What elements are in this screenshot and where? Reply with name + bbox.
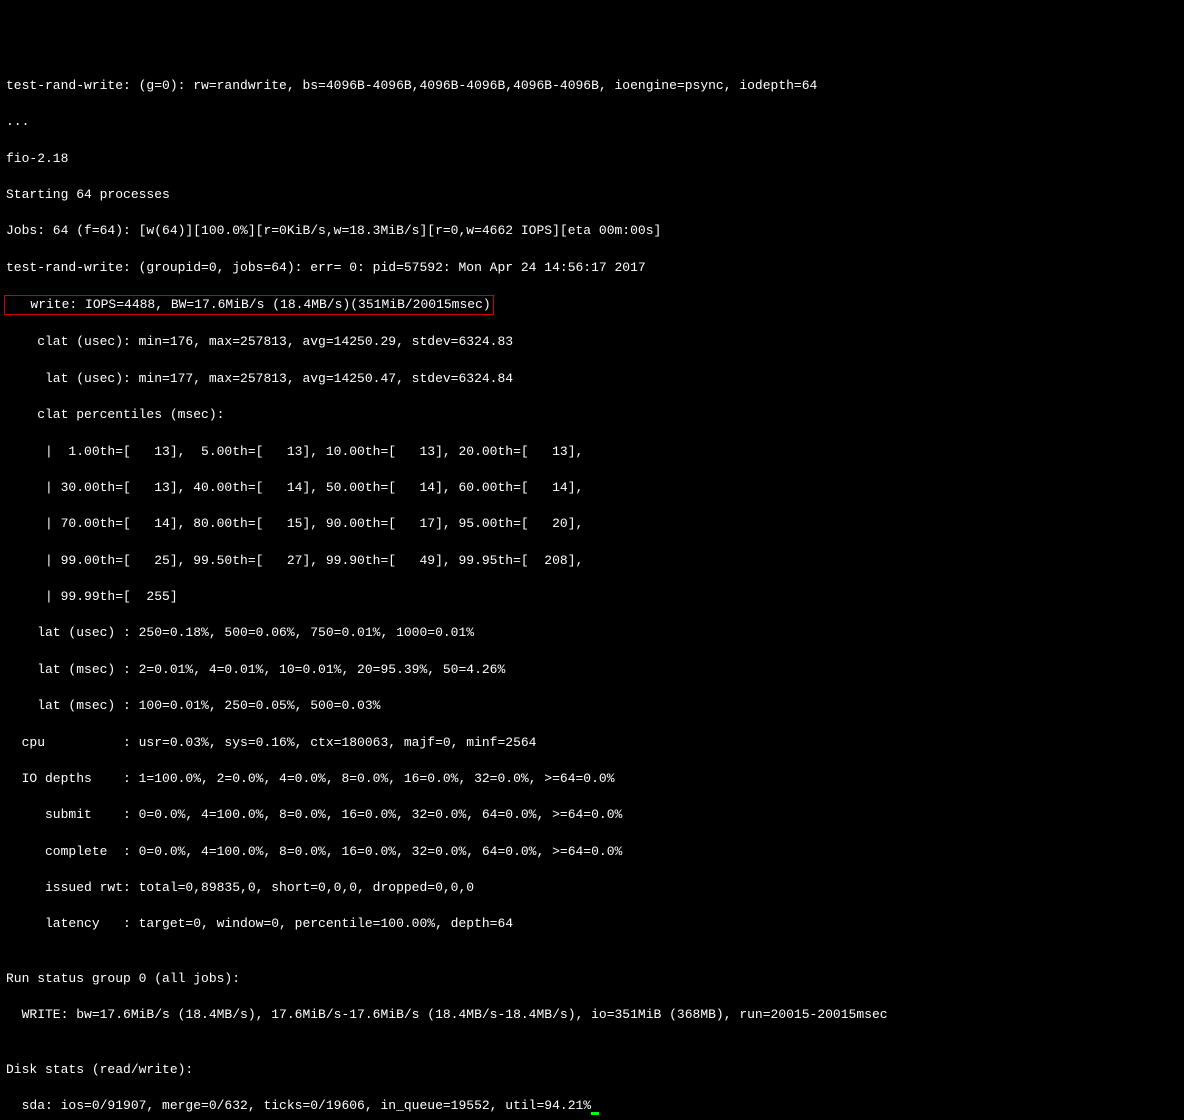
- terminal-line: fio-2.18: [6, 150, 1178, 168]
- terminal-line: Starting 64 processes: [6, 186, 1178, 204]
- terminal-line: | 99.00th=[ 25], 99.50th=[ 27], 99.90th=…: [6, 552, 1178, 570]
- terminal-line: | 1.00th=[ 13], 5.00th=[ 13], 10.00th=[ …: [6, 443, 1178, 461]
- highlighted-write-line: write: IOPS=4488, BW=17.6MiB/s (18.4MB/s…: [4, 295, 494, 315]
- terminal-line: WRITE: bw=17.6MiB/s (18.4MB/s), 17.6MiB/…: [6, 1006, 1178, 1024]
- terminal-line: ...: [6, 113, 1178, 131]
- terminal-line: sda: ios=0/91907, merge=0/632, ticks=0/1…: [6, 1097, 1178, 1115]
- terminal-line: | 70.00th=[ 14], 80.00th=[ 15], 90.00th=…: [6, 515, 1178, 533]
- terminal-line: Jobs: 64 (f=64): [w(64)][100.0%][r=0KiB/…: [6, 222, 1178, 240]
- terminal-line: clat (usec): min=176, max=257813, avg=14…: [6, 333, 1178, 351]
- terminal-line: cpu : usr=0.03%, sys=0.16%, ctx=180063, …: [6, 734, 1178, 752]
- terminal-line: Run status group 0 (all jobs):: [6, 970, 1178, 988]
- terminal-line: | 30.00th=[ 13], 40.00th=[ 14], 50.00th=…: [6, 479, 1178, 497]
- terminal-line: IO depths : 1=100.0%, 2=0.0%, 4=0.0%, 8=…: [6, 770, 1178, 788]
- terminal-cursor: [591, 1112, 599, 1115]
- terminal-line: test-rand-write: (g=0): rw=randwrite, bs…: [6, 77, 1178, 95]
- highlighted-write-line-container: write: IOPS=4488, BW=17.6MiB/s (18.4MB/s…: [6, 295, 1178, 315]
- terminal-text: sda: ios=0/91907, merge=0/632, ticks=0/1…: [6, 1098, 591, 1113]
- terminal-line: lat (msec) : 100=0.01%, 250=0.05%, 500=0…: [6, 697, 1178, 715]
- terminal-line: | 99.99th=[ 255]: [6, 588, 1178, 606]
- terminal-line: lat (msec) : 2=0.01%, 4=0.01%, 10=0.01%,…: [6, 661, 1178, 679]
- terminal-line: Disk stats (read/write):: [6, 1061, 1178, 1079]
- terminal-line: complete : 0=0.0%, 4=100.0%, 8=0.0%, 16=…: [6, 843, 1178, 861]
- terminal-line: issued rwt: total=0,89835,0, short=0,0,0…: [6, 879, 1178, 897]
- terminal-line: test-rand-write: (groupid=0, jobs=64): e…: [6, 259, 1178, 277]
- terminal-line: lat (usec): min=177, max=257813, avg=142…: [6, 370, 1178, 388]
- terminal-line: submit : 0=0.0%, 4=100.0%, 8=0.0%, 16=0.…: [6, 806, 1178, 824]
- terminal-line: lat (usec) : 250=0.18%, 500=0.06%, 750=0…: [6, 624, 1178, 642]
- terminal-line: latency : target=0, window=0, percentile…: [6, 915, 1178, 933]
- terminal-line: clat percentiles (msec):: [6, 406, 1178, 424]
